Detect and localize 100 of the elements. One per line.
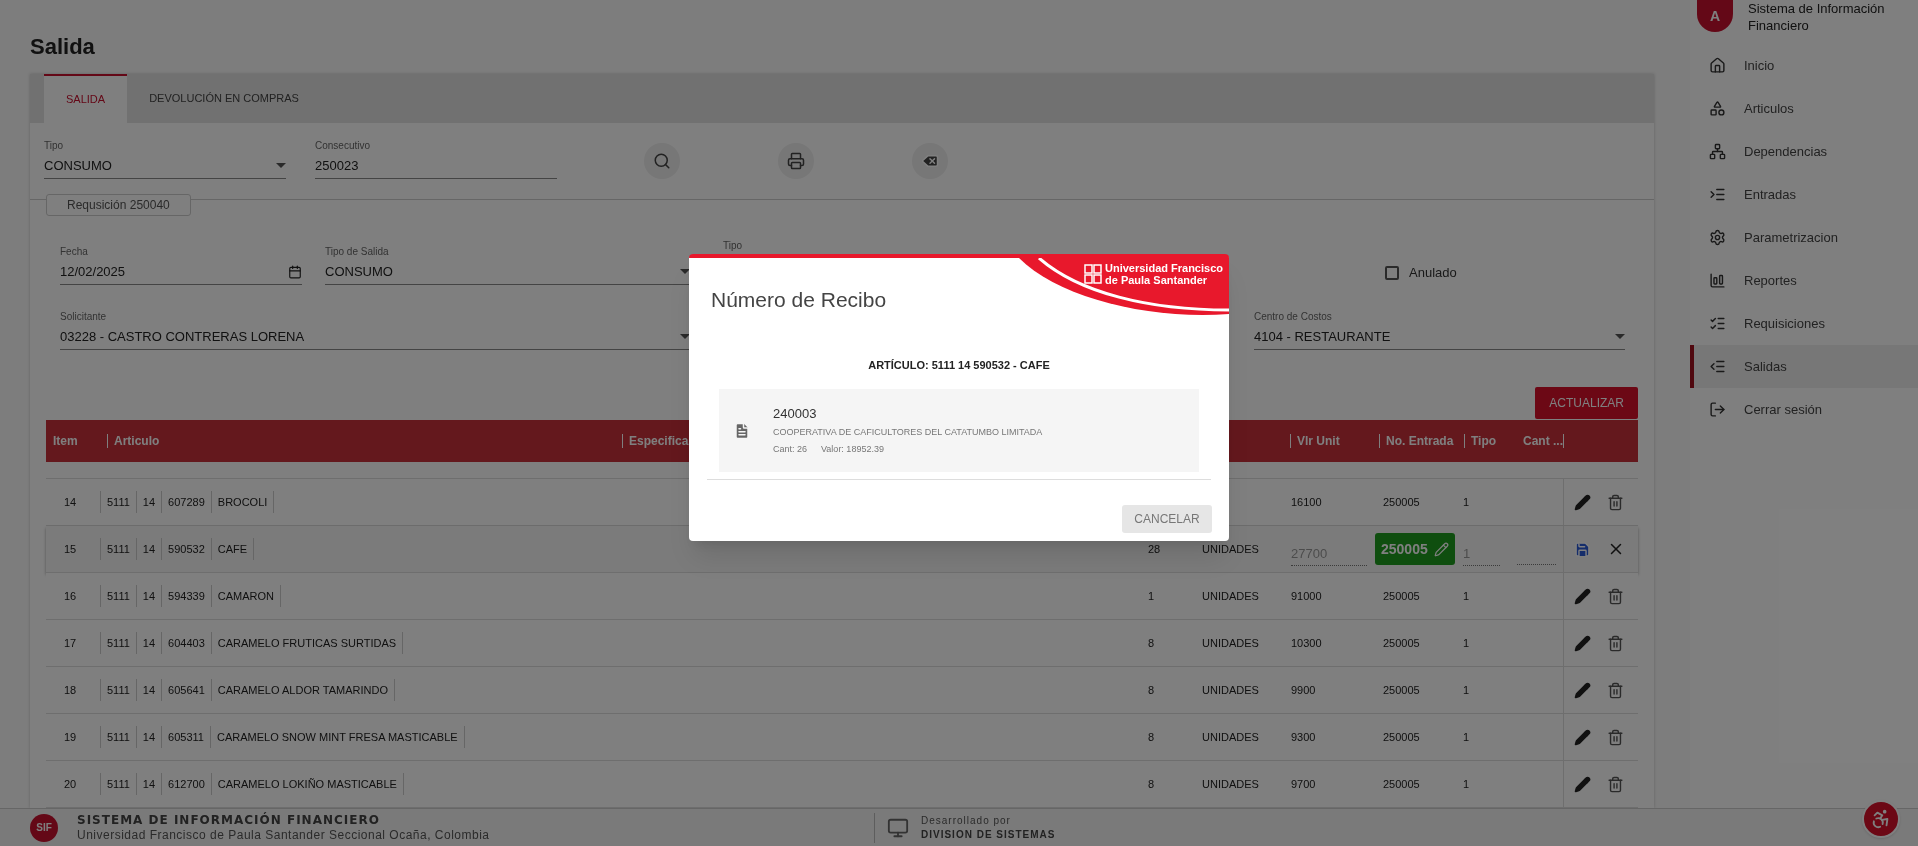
backspace-icon <box>921 152 939 170</box>
clear-button[interactable] <box>912 143 948 179</box>
table-cell: 605311 <box>161 726 210 748</box>
table-cell: UNIDADES <box>1202 589 1259 602</box>
trash-icon[interactable] <box>1607 681 1624 699</box>
column-header: Vlr Unit <box>1297 433 1340 450</box>
sidebar-item[interactable]: Entradas <box>1690 173 1918 216</box>
table-cell-text: 250005 <box>1382 683 1420 696</box>
search-button[interactable] <box>644 143 680 179</box>
table-cell: 594339 <box>161 585 211 607</box>
table-cell: UNIDADES <box>1202 730 1259 743</box>
entry-chip-button[interactable]: 250005 <box>1375 533 1455 565</box>
trash-icon[interactable] <box>1607 493 1624 511</box>
sidebar-item[interactable]: Requisiciones <box>1690 302 1918 345</box>
table-cell-text: 250005 <box>1382 589 1420 602</box>
receipt-item[interactable]: 240003 COOPERATIVA DE CAFICULTORES DEL CATATUMBO LIMITADA Cant: 26 Valor: 18952.39 <box>719 389 1199 472</box>
table-cell: CARAMELO SNOW MINT FRESA MASTICABLE <box>210 726 465 748</box>
table-cell: 14 <box>135 491 162 513</box>
trash-icon[interactable] <box>1607 728 1624 746</box>
update-button[interactable]: ACTUALIZAR <box>1535 387 1638 419</box>
print-button[interactable] <box>778 143 814 179</box>
tab[interactable]: DEVOLUCIÓN EN COMPRAS <box>127 74 321 123</box>
select-field[interactable]: 4104 - RESTAURANTE <box>1254 324 1625 351</box>
table-cell-text: 250005 <box>1382 636 1420 649</box>
menu-icon <box>1709 186 1726 203</box>
table-cell: 8 <box>1148 683 1155 696</box>
table-cell: 9700 <box>1291 777 1316 790</box>
table-cell: 14 <box>135 773 162 795</box>
table-cell: CAMARON <box>210 585 282 607</box>
table-cell: 5111 <box>100 726 136 748</box>
table-cell: 8 <box>1148 777 1155 790</box>
table-cell: 1 <box>1463 589 1470 602</box>
table-cell: 5111 <box>100 585 136 607</box>
table-cell: 91000 <box>1291 589 1322 602</box>
requisition-legend: Requsición 250040 <box>46 194 191 216</box>
pencil-icon[interactable] <box>1574 493 1591 511</box>
table-cell: UNIDADES <box>1202 777 1259 790</box>
credit-text: DIVISION DE SISTEMAS <box>921 827 1056 842</box>
sidebar-item[interactable]: Salidas <box>1690 345 1918 388</box>
trash-icon[interactable] <box>1607 634 1624 652</box>
sidebar-item[interactable]: Articulos <box>1690 87 1918 130</box>
select-field[interactable]: CONSUMO <box>44 153 286 179</box>
table-cell: 9900 <box>1291 683 1316 696</box>
trash-icon[interactable] <box>1607 587 1624 605</box>
select-field[interactable]: 03228 - CASTRO CONTRERAS LORENA <box>60 324 690 351</box>
save-icon[interactable] <box>1574 540 1591 558</box>
trash-icon[interactable] <box>1607 775 1624 793</box>
pencil-icon[interactable] <box>1574 587 1591 605</box>
table-cell: 16100 <box>1291 495 1322 508</box>
caret-icon <box>680 269 690 274</box>
table-cell: CAFE <box>210 538 255 560</box>
table-cell: 8 <box>1148 730 1155 743</box>
field-label: Consecutivo <box>315 139 372 153</box>
menu-icon <box>1709 358 1726 375</box>
table-cell: 15 <box>64 542 77 555</box>
sidebar-item[interactable]: Inicio <box>1690 44 1918 87</box>
column-header: Cant ... <box>1523 433 1563 450</box>
menu-icon <box>1709 272 1726 289</box>
checkbox[interactable] <box>1385 265 1399 280</box>
caret-icon <box>276 163 286 168</box>
caret-icon <box>1615 334 1625 340</box>
table-cell: 14 <box>135 585 162 607</box>
table-cell-text: 250005 <box>1382 495 1420 508</box>
table-cell: 14 <box>135 726 162 748</box>
table-cell: UNIDADES <box>1202 636 1259 649</box>
table-cell: UNIDADES <box>1202 542 1259 555</box>
table-cell: CARAMELO FRUTICAS SURTIDAS <box>210 632 404 654</box>
menu-icon <box>1709 229 1726 246</box>
calendar-icon <box>288 264 302 279</box>
table-cell: 14 <box>135 632 162 654</box>
sidebar-item[interactable]: Reportes <box>1690 259 1918 302</box>
table-cell-text: 250005 <box>1382 730 1420 743</box>
pencil-icon[interactable] <box>1574 728 1591 746</box>
document-icon <box>733 421 751 440</box>
sidebar-item[interactable]: Cerrar sesión <box>1690 388 1918 431</box>
sidebar-item[interactable]: Dependencias <box>1690 130 1918 173</box>
table-cell: 1 <box>1463 683 1470 696</box>
cancel-button[interactable]: CANCELAR <box>1122 505 1212 533</box>
pencil-icon[interactable] <box>1574 634 1591 652</box>
menu-icon <box>1709 401 1726 418</box>
table-cell: 1 <box>1463 495 1470 508</box>
menu-icon <box>1709 143 1726 160</box>
input-field[interactable]: 250023 <box>315 153 557 179</box>
sidebar-item[interactable]: Parametrizacion <box>1690 216 1918 259</box>
pencil-icon <box>1433 541 1449 557</box>
receipt-number: 240003 <box>773 405 818 423</box>
table-cell: 20 <box>64 777 77 790</box>
pencil-icon[interactable] <box>1574 775 1591 793</box>
table-cell: 1 <box>1463 777 1470 790</box>
column-header: No. Entrada <box>1386 433 1454 450</box>
field-label: Tipo <box>44 139 65 153</box>
date-field[interactable]: 12/02/2025 <box>60 259 302 285</box>
table-cell: 1 <box>1463 730 1470 743</box>
table-cell: 1 <box>1463 636 1470 649</box>
table-cell: 9300 <box>1291 730 1316 743</box>
tab[interactable]: SALIDA <box>44 74 128 123</box>
table-cell: 607289 <box>161 491 211 513</box>
supplier-name: COOPERATIVA DE CAFICULTORES DEL CATATUMBO LIMITADA <box>773 426 1043 439</box>
pencil-icon[interactable] <box>1574 681 1591 699</box>
column-header: Item <box>53 433 78 450</box>
